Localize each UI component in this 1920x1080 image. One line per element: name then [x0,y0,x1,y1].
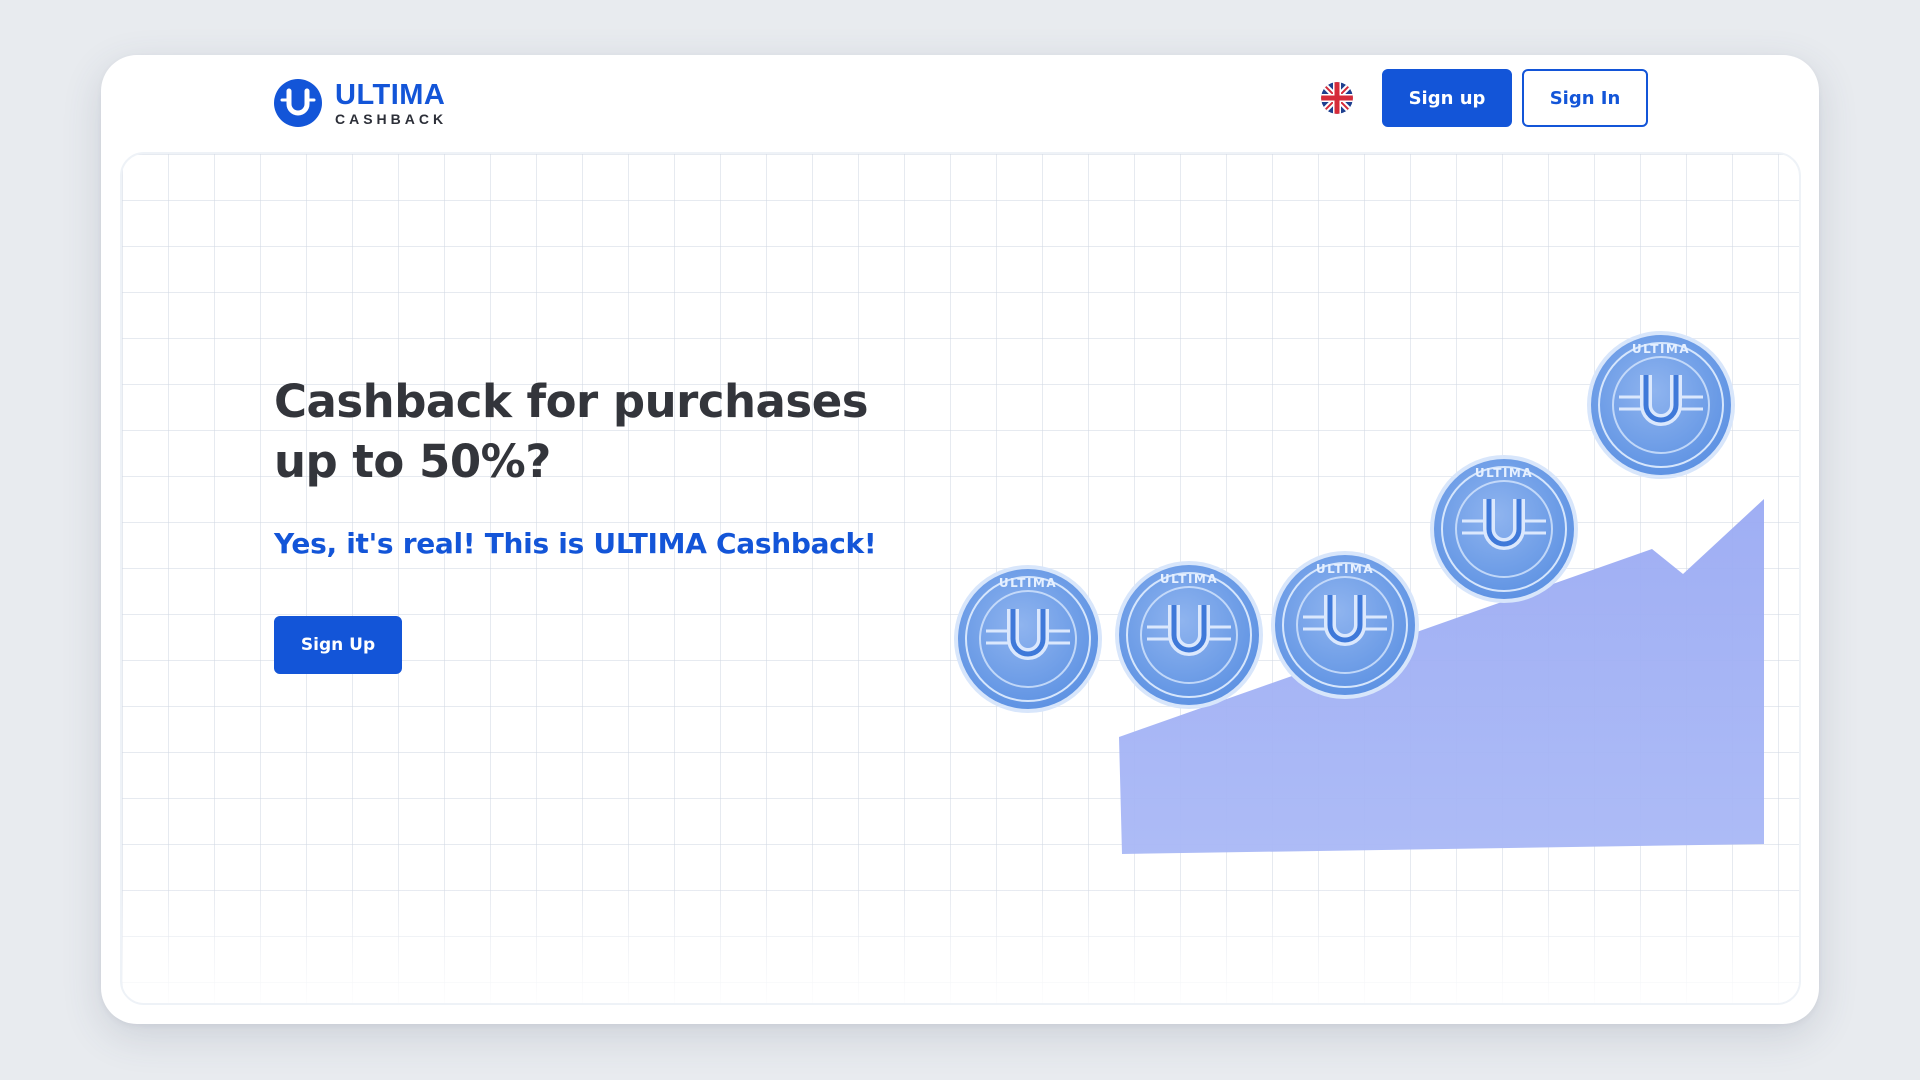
hero-section: ULTIMA Cashback for purchases up to 50%?… [120,152,1801,1005]
logo-u-icon [274,79,322,127]
coin-5 [1587,331,1735,479]
hero-title: Cashback for purchases up to 50%? [274,375,869,488]
brand-logo[interactable]: ULTIMA CASHBACK [273,73,447,133]
coin-3 [1271,551,1419,699]
logo-name: ULTIMA [335,78,446,111]
site-header: ULTIMA CASHBACK Sign up Sign In [101,55,1819,152]
language-selector[interactable] [1321,82,1353,114]
header-signin-button[interactable]: Sign In [1522,69,1648,127]
coin-2 [1115,561,1263,709]
browser-window: ULTIMA CASHBACK Sign up Sign In Cashback… [101,55,1819,1024]
uk-flag-icon [1321,82,1353,114]
logo-subtitle: CASHBACK [335,110,448,127]
coin-1 [954,565,1102,713]
coin-4 [1430,455,1578,603]
header-signup-button[interactable]: Sign up [1382,69,1512,127]
hero-signup-button[interactable]: Sign Up [274,616,402,674]
logo-wordmark: ULTIMA CASHBACK [335,78,448,127]
hero-bottom-fade [122,883,1799,1003]
cashback-growth-illustration: ULTIMA [122,154,1764,854]
hero-subtitle: Yes, it's real! This is ULTIMA Cashback! [274,527,877,560]
